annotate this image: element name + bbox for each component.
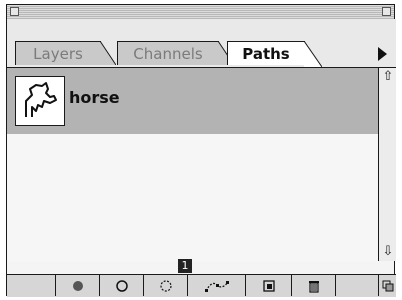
zoom-box-icon[interactable]: [382, 7, 391, 16]
tab-paths-label: Paths: [242, 45, 290, 63]
new-path-icon: [262, 279, 275, 292]
make-work-path-icon: [204, 280, 229, 292]
tab-channels-label: Channels: [133, 45, 203, 63]
horse-path-icon: [15, 76, 65, 126]
fill-path-icon: [72, 280, 83, 291]
paths-toolbar: [7, 274, 396, 297]
palette-title-bar[interactable]: [7, 5, 394, 20]
scroll-down-icon[interactable]: ⇩: [381, 245, 395, 259]
palette-menu-arrow-icon[interactable]: [378, 47, 387, 61]
path-row-horse[interactable]: horse: [7, 68, 378, 134]
tab-layers-label: Layers: [33, 45, 83, 63]
load-selection-button[interactable]: [143, 275, 187, 296]
tab-layers-slant: [100, 41, 116, 65]
new-path-button[interactable]: [245, 275, 291, 296]
stroke-path-button[interactable]: [99, 275, 143, 296]
tab-paths-slant: [304, 41, 322, 67]
resize-box-icon[interactable]: [378, 275, 396, 296]
delete-path-button[interactable]: [291, 275, 335, 296]
stroke-path-icon: [115, 279, 128, 292]
status-badge: 1: [178, 259, 192, 273]
paths-palette: Layers Channels Paths horse ⇧ ⇩ 1: [6, 4, 396, 297]
path-name: horse: [69, 88, 120, 107]
paths-list: horse: [7, 67, 378, 262]
palette-tabs: Layers Channels Paths: [7, 19, 396, 67]
tab-channels[interactable]: Channels: [117, 41, 219, 65]
close-box-icon[interactable]: [10, 7, 19, 16]
tab-layers[interactable]: Layers: [15, 41, 101, 65]
scrollbar[interactable]: ⇧ ⇩: [378, 67, 396, 261]
delete-path-icon: [308, 280, 319, 293]
tab-paths[interactable]: Paths: [227, 41, 305, 65]
bottom-spacer: [335, 275, 378, 296]
fill-path-button[interactable]: [55, 275, 99, 296]
load-selection-icon: [159, 279, 172, 292]
scroll-up-icon[interactable]: ⇧: [381, 70, 395, 84]
make-work-path-button[interactable]: [187, 275, 245, 296]
